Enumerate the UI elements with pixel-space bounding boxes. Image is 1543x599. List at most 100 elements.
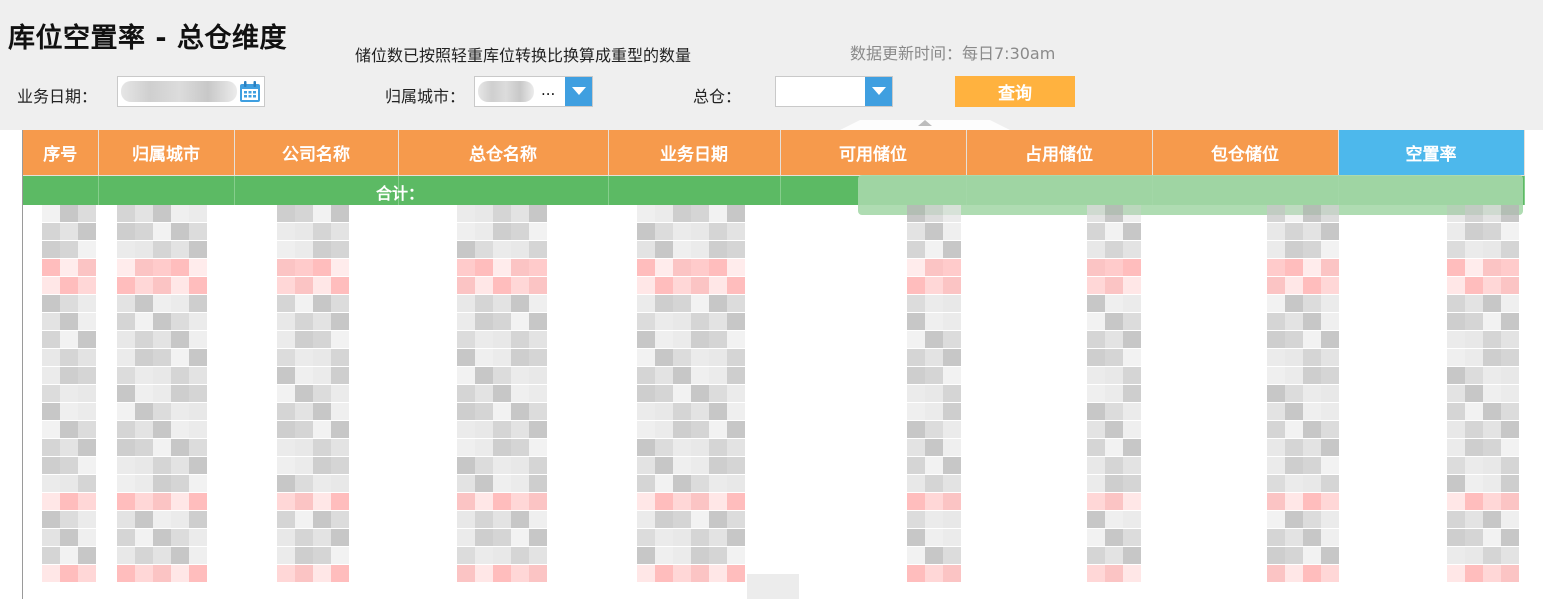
redacted-cell (1447, 331, 1465, 348)
redacted-cell (1447, 565, 1465, 582)
col-header-warehouse[interactable]: 总仓名称 (398, 130, 609, 176)
col-header-index[interactable]: 序号 (23, 130, 99, 176)
redacted-cell (60, 367, 78, 384)
table-row (22, 493, 1523, 510)
col-header-contracted[interactable]: 包仓储位 (1152, 130, 1339, 176)
redacted-cell (171, 565, 189, 582)
redacted-cell (1303, 529, 1321, 546)
chevron-down-icon[interactable] (865, 77, 892, 106)
redacted-cell (1447, 511, 1465, 528)
redacted-cell (331, 511, 349, 528)
redacted-cell (907, 205, 925, 222)
table-row (22, 295, 1523, 312)
chevron-down-icon[interactable] (565, 77, 592, 106)
redacted-cell (907, 349, 925, 366)
redacted-cell (1501, 385, 1519, 402)
redacted-cell (943, 547, 961, 564)
redacted-cell (189, 367, 207, 384)
redacted-cell (691, 223, 709, 240)
scroll-indicator[interactable] (747, 574, 799, 599)
redacted-cell (691, 403, 709, 420)
table-row (22, 241, 1523, 258)
redacted-cell (313, 475, 331, 492)
redacted-cell (1447, 367, 1465, 384)
redacted-cell (691, 385, 709, 402)
redacted-cell (709, 547, 727, 564)
redacted-cell (493, 439, 511, 456)
redacted-cell (1087, 475, 1105, 492)
col-header-biz-date[interactable]: 业务日期 (608, 130, 781, 176)
col-header-available[interactable]: 可用储位 (780, 130, 967, 176)
redacted-cell (493, 223, 511, 240)
redacted-cell (1321, 511, 1339, 528)
conversion-note: 储位数已按照轻重库位转换比换算成重型的数量 (355, 46, 692, 65)
redacted-cell (189, 511, 207, 528)
redacted-cell (189, 547, 207, 564)
redacted-cell (457, 439, 475, 456)
redacted-cell (78, 223, 96, 240)
redacted-cell (1465, 277, 1483, 294)
redacted-cell (331, 313, 349, 330)
redacted-cell (171, 475, 189, 492)
table-row (22, 259, 1523, 276)
redacted-cell (691, 295, 709, 312)
redacted-cell (313, 529, 331, 546)
redacted-cell (42, 475, 60, 492)
biz-date-input[interactable] (117, 76, 265, 107)
redacted-cell (171, 511, 189, 528)
redacted-cell (189, 385, 207, 402)
redacted-cell (529, 205, 547, 222)
redacted-cell (1501, 421, 1519, 438)
redacted-cell (1105, 457, 1123, 474)
redacted-cell (637, 223, 655, 240)
redacted-cell (727, 565, 745, 582)
redacted-cell (475, 565, 493, 582)
redacted-cell (1303, 547, 1321, 564)
redacted-cell (457, 385, 475, 402)
redacted-cell (1321, 241, 1339, 258)
redacted-cell (42, 313, 60, 330)
redacted-cell (655, 565, 673, 582)
redacted-cell (637, 421, 655, 438)
redacted-cell (1465, 475, 1483, 492)
collapse-handle[interactable] (840, 118, 1010, 130)
redacted-cell (691, 367, 709, 384)
redacted-cell (529, 439, 547, 456)
redacted-cell (511, 475, 529, 492)
col-header-city[interactable]: 归属城市 (98, 130, 235, 176)
redacted-cell (1087, 403, 1105, 420)
redacted-cell (1087, 295, 1105, 312)
city-select[interactable]: ... (474, 76, 593, 107)
redacted-cell (135, 331, 153, 348)
redacted-cell (313, 313, 331, 330)
redacted-cell (637, 493, 655, 510)
redacted-cell (277, 277, 295, 294)
col-header-company[interactable]: 公司名称 (234, 130, 399, 176)
table-header-row: 序号 归属城市 公司名称 总仓名称 业务日期 可用储位 占用储位 包仓储位 空置… (23, 130, 1525, 176)
redacted-cell (313, 547, 331, 564)
query-button[interactable]: 查询 (955, 76, 1075, 107)
redacted-cell (1447, 439, 1465, 456)
redacted-cell (529, 367, 547, 384)
redacted-cell (153, 349, 171, 366)
calendar-icon[interactable] (238, 80, 262, 104)
redacted-cell (42, 259, 60, 276)
redacted-cell (1501, 547, 1519, 564)
redacted-cell (135, 367, 153, 384)
col-header-vacancy-rate[interactable]: 空置率 (1338, 130, 1525, 176)
redacted-cell (1483, 223, 1501, 240)
redacted-cell (925, 403, 943, 420)
redacted-cell (295, 493, 313, 510)
redacted-cell (1105, 241, 1123, 258)
redacted-cell (691, 421, 709, 438)
redacted-cell (1483, 475, 1501, 492)
redacted-cell (78, 421, 96, 438)
redacted-cell (331, 565, 349, 582)
warehouse-select[interactable] (775, 76, 893, 107)
redacted-cell (511, 349, 529, 366)
col-header-occupied[interactable]: 占用储位 (966, 130, 1153, 176)
redacted-cell (943, 457, 961, 474)
redacted-cell (117, 313, 135, 330)
redacted-cell (1087, 259, 1105, 276)
redacted-cell (171, 349, 189, 366)
